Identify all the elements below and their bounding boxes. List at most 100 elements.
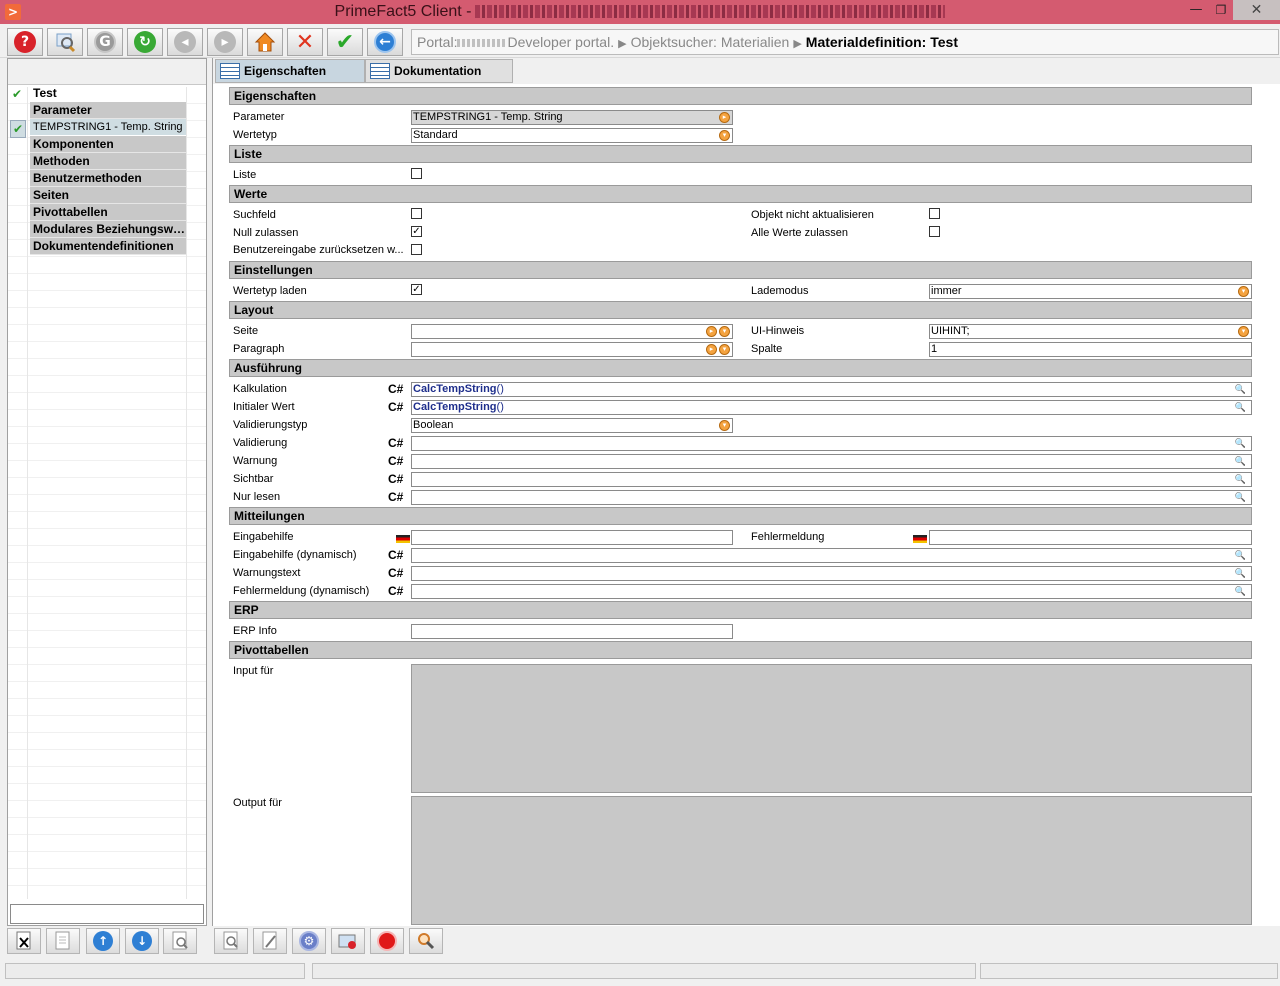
csharp-tag: C# — [388, 490, 404, 504]
kalkulation-label: Kalkulation — [233, 383, 287, 395]
cancel-button[interactable]: ✕ — [287, 28, 323, 56]
section-layout: Layout — [229, 301, 1252, 319]
tree-item-benutzermethoden[interactable]: Benutzermethoden — [8, 170, 186, 187]
fehlermeldung-input[interactable] — [929, 530, 1252, 545]
edit-code-icon[interactable]: 🔍 — [1235, 549, 1246, 562]
section-ausfuehrung: Ausführung — [229, 359, 1252, 377]
ui-hinweis-select[interactable]: UIHINT; ▾ — [929, 324, 1252, 339]
benutzereingabe-checkbox[interactable] — [411, 244, 422, 255]
minimize-button[interactable]: — — [1182, 0, 1210, 20]
tree-item-parameter[interactable]: Parameter — [8, 102, 186, 119]
nur-lesen-code-field[interactable]: 🔍 — [411, 490, 1252, 505]
new-item-button[interactable] — [46, 928, 80, 954]
wertetyp-select[interactable]: Standard ▾ — [411, 128, 733, 143]
eingabehilfe-input[interactable] — [411, 530, 733, 545]
lademodus-select[interactable]: immer ▾ — [929, 284, 1252, 299]
edit-code-icon[interactable]: 🔍 — [1235, 437, 1246, 450]
home-button[interactable] — [247, 28, 283, 56]
liste-checkbox[interactable] — [411, 168, 422, 179]
input-fuer-sublabel — [231, 678, 403, 692]
wertetyp-laden-checkbox[interactable]: ✓ — [411, 284, 422, 295]
initialer-wert-code-field[interactable]: CalcTempString() 🔍 — [411, 400, 1252, 415]
edit-code-icon[interactable]: 🔍 — [1235, 383, 1246, 396]
breadcrumb-portal[interactable]: Developer portal. — [507, 34, 614, 50]
previous-button[interactable]: ◂ — [167, 28, 203, 56]
move-up-button[interactable]: ↑ — [86, 928, 120, 954]
inspect-button[interactable] — [409, 928, 443, 954]
tree-search-input[interactable] — [10, 904, 204, 924]
next-button[interactable]: ▸ — [207, 28, 243, 56]
navigate-icon[interactable]: ▸ — [706, 326, 717, 337]
preview-button[interactable] — [214, 928, 248, 954]
navigate-back-button[interactable]: ← — [367, 28, 403, 56]
eingabehilfe-label: Eingabehilfe — [233, 531, 294, 543]
search-button[interactable] — [47, 28, 83, 56]
alle-werte-zulassen-checkbox[interactable] — [929, 226, 940, 237]
section-erp: ERP — [229, 601, 1252, 619]
output-fuer-area[interactable] — [411, 796, 1252, 925]
edit-code-icon[interactable]: 🔍 — [1235, 455, 1246, 468]
edit-code-icon[interactable]: 🔍 — [1235, 401, 1246, 414]
chevron-down-icon[interactable]: ▾ — [719, 420, 730, 431]
edit-code-icon[interactable]: 🔍 — [1235, 473, 1246, 486]
chevron-down-icon[interactable]: ▾ — [719, 326, 730, 337]
sichtbar-code-field[interactable]: 🔍 — [411, 472, 1252, 487]
help-button[interactable]: ? — [7, 28, 43, 56]
tree-item-dokumentendefinitionen[interactable]: Dokumentendefinitionen — [8, 238, 186, 255]
chevron-down-icon[interactable]: ▾ — [1238, 286, 1249, 297]
spalte-input[interactable]: 1 — [929, 342, 1252, 357]
objekt-nicht-aktualisieren-checkbox[interactable] — [929, 208, 940, 219]
warnung-code-field[interactable]: 🔍 — [411, 454, 1252, 469]
window-title-text: PrimeFact5 Client - — [334, 3, 472, 20]
edit-code-icon[interactable]: 🔍 — [1235, 585, 1246, 598]
german-flag-icon[interactable] — [396, 535, 410, 543]
null-zulassen-checkbox[interactable]: ✓ — [411, 226, 422, 237]
tree-item-seiten[interactable]: Seiten — [8, 187, 186, 204]
erp-info-input[interactable] — [411, 624, 733, 639]
tree-item-modulares[interactable]: Modulares Beziehungswi... — [8, 221, 186, 238]
tree-item-komponenten[interactable]: Komponenten — [8, 136, 186, 153]
eingabehilfe-dynamisch-code-field[interactable]: 🔍 — [411, 548, 1252, 563]
breadcrumb-objektsucher[interactable]: Objektsucher: Materialien — [631, 34, 790, 50]
validierung-code-field[interactable]: 🔍 — [411, 436, 1252, 451]
edit-code-icon[interactable]: 🔍 — [1235, 567, 1246, 580]
kalkulation-code: CalcTempString — [413, 383, 497, 395]
close-button[interactable]: ✕ — [1233, 0, 1280, 20]
properties-form: Eigenschaften Parameter TEMPSTRING1 - Te… — [213, 84, 1280, 926]
validierungstyp-select[interactable]: Boolean ▾ — [411, 418, 733, 433]
chevron-down-icon[interactable]: ▾ — [1238, 326, 1249, 337]
suchfeld-checkbox[interactable] — [411, 208, 422, 219]
move-down-button[interactable]: ↓ — [125, 928, 159, 954]
confirm-button[interactable]: ✔ — [327, 28, 363, 56]
german-flag-icon[interactable] — [913, 535, 927, 543]
fehlermeldung-dynamisch-code-field[interactable]: 🔍 — [411, 584, 1252, 599]
image-button[interactable] — [331, 928, 365, 954]
seite-select[interactable]: ▸ ▾ — [411, 324, 733, 339]
navigate-icon[interactable]: ▸ — [706, 344, 717, 355]
tree-item-root[interactable]: ✔ Test — [8, 85, 186, 102]
navigate-dropdown-icon[interactable]: ▸ — [719, 112, 730, 123]
back-disabled-button[interactable]: G — [87, 28, 123, 56]
lademodus-value: immer — [931, 285, 962, 297]
delete-item-button[interactable] — [7, 928, 41, 954]
chevron-down-icon[interactable]: ▾ — [719, 130, 730, 141]
input-fuer-area[interactable] — [411, 664, 1252, 793]
tree-item-label: Seiten — [30, 187, 186, 204]
tab-dokumentation[interactable]: Dokumentation — [365, 59, 513, 83]
settings-button[interactable]: ⚙ — [292, 928, 326, 954]
paragraph-select[interactable]: ▸ ▾ — [411, 342, 733, 357]
find-item-button[interactable] — [163, 928, 197, 954]
kalkulation-code-field[interactable]: CalcTempString() 🔍 — [411, 382, 1252, 397]
parameter-field[interactable]: TEMPSTRING1 - Temp. String ▸ — [411, 110, 733, 125]
record-button[interactable] — [370, 928, 404, 954]
chevron-down-icon[interactable]: ▾ — [719, 344, 730, 355]
tree-item-methoden[interactable]: Methoden — [8, 153, 186, 170]
refresh-button[interactable]: ↻ — [127, 28, 163, 56]
restore-button[interactable]: ❐ — [1208, 0, 1234, 20]
edit-button[interactable] — [253, 928, 287, 954]
edit-code-icon[interactable]: 🔍 — [1235, 491, 1246, 504]
tree-item-tempstring1[interactable]: ✔ TEMPSTRING1 - Temp. String — [8, 119, 186, 138]
tab-eigenschaften[interactable]: Eigenschaften — [215, 59, 365, 83]
tree-item-pivottabellen[interactable]: Pivottabellen — [8, 204, 186, 221]
warnungstext-code-field[interactable]: 🔍 — [411, 566, 1252, 581]
